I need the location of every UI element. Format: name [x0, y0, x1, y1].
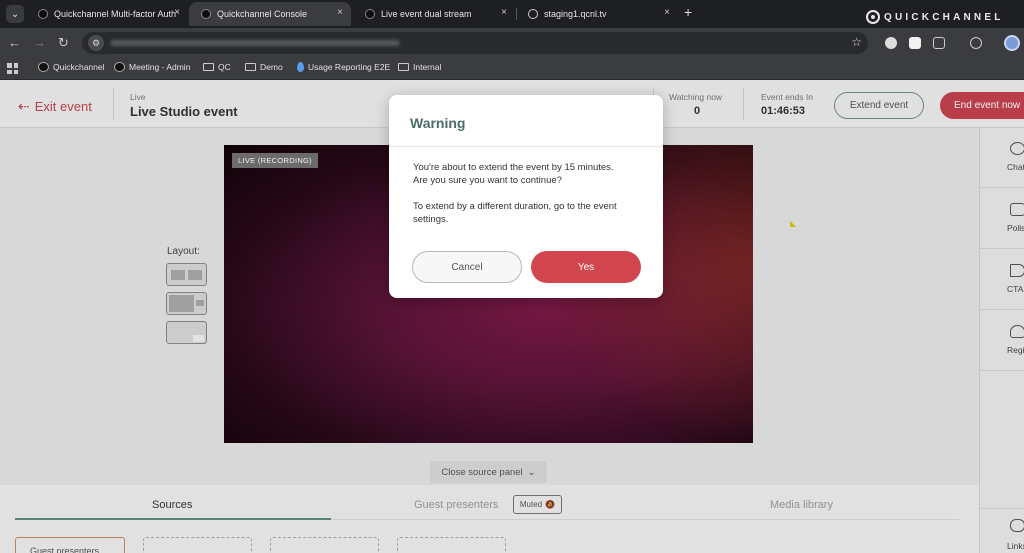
- browser-toolbar: ← → ↻ ⚙ ☆: [0, 28, 1024, 58]
- address-bar[interactable]: ⚙ ☆: [82, 32, 868, 54]
- quickchannel-favicon-icon: [365, 9, 375, 19]
- browser-tab-console[interactable]: Quickchannel Console ×: [189, 2, 351, 26]
- bookmark-folder-qc[interactable]: QC: [203, 62, 231, 72]
- blurred-url: [110, 40, 400, 46]
- browser-tab-staging[interactable]: staging1.qcnl.tv ×: [516, 2, 678, 26]
- close-icon[interactable]: ×: [174, 7, 180, 18]
- cancel-button[interactable]: Cancel: [412, 251, 522, 283]
- folder-icon: [398, 63, 409, 71]
- bookmark-folder-internal[interactable]: Internal: [398, 62, 441, 72]
- bookmark-quickchannel[interactable]: Quickchannel: [38, 62, 105, 72]
- bookmark-folder-demo[interactable]: Demo: [245, 62, 283, 72]
- live-recording-badge: LIVE (RECORDING): [232, 153, 318, 168]
- extensions-puzzle-icon[interactable]: [933, 37, 945, 49]
- quickchannel-logo-icon: [114, 62, 125, 72]
- close-icon[interactable]: ×: [337, 7, 343, 18]
- warning-dialog: Warning You're about to extend the event…: [389, 95, 663, 298]
- quickchannel-brand-logo: QUICKCHANNEL: [866, 10, 1004, 24]
- globe-icon: [528, 9, 538, 19]
- quickchannel-favicon-icon: [38, 9, 48, 19]
- dialog-divider: [389, 146, 663, 147]
- forward-arrow-icon[interactable]: →: [33, 36, 46, 49]
- apps-grid-icon[interactable]: [7, 63, 18, 74]
- quickchannel-logo-icon: [38, 62, 49, 72]
- back-arrow-icon[interactable]: ←: [8, 36, 21, 49]
- bookmark-usage-reporting[interactable]: Usage Reporting E2E: [297, 62, 390, 72]
- close-icon[interactable]: ×: [664, 7, 670, 18]
- bookmark-meeting-admin[interactable]: Meeting - Admin: [114, 62, 190, 72]
- browser-tab-mfa[interactable]: Quickchannel Multi-factor Auth ×: [26, 2, 188, 26]
- quickchannel-favicon-icon: [201, 9, 211, 19]
- extension-record-icon[interactable]: [885, 37, 897, 49]
- dialog-message-line: To extend by a different duration, go to…: [413, 201, 617, 225]
- bookmarks-bar: Quickchannel Meeting - Admin QC Demo Usa…: [0, 58, 1024, 80]
- bookmark-star-icon[interactable]: ☆: [851, 35, 862, 49]
- profile-avatar[interactable]: [1004, 35, 1020, 51]
- dialog-message: You're about to extend the event by 15 m…: [413, 161, 648, 239]
- folder-icon: [245, 63, 256, 71]
- new-tab-button[interactable]: +: [684, 4, 692, 20]
- dialog-message-line: Are you sure you want to continue?: [413, 175, 562, 186]
- extension-note-icon[interactable]: [909, 37, 921, 49]
- tab-search-icon[interactable]: ⌄: [6, 5, 24, 23]
- browser-tab-strip: ⌄ Quickchannel Multi-factor Auth × Quick…: [0, 0, 1024, 28]
- dialog-message-line: You're about to extend the event by 15 m…: [413, 162, 614, 173]
- drop-icon: [297, 62, 304, 72]
- dialog-title: Warning: [410, 115, 466, 131]
- site-settings-icon[interactable]: ⚙: [88, 35, 104, 51]
- media-controls-icon[interactable]: [970, 37, 982, 49]
- browser-tab-dual-stream[interactable]: Live event dual stream ×: [353, 2, 515, 26]
- confirm-yes-button[interactable]: Yes: [531, 251, 641, 283]
- close-icon[interactable]: ×: [501, 7, 507, 18]
- quickchannel-logo-icon: [866, 10, 880, 24]
- folder-icon: [203, 63, 214, 71]
- reload-icon[interactable]: ↻: [58, 36, 69, 49]
